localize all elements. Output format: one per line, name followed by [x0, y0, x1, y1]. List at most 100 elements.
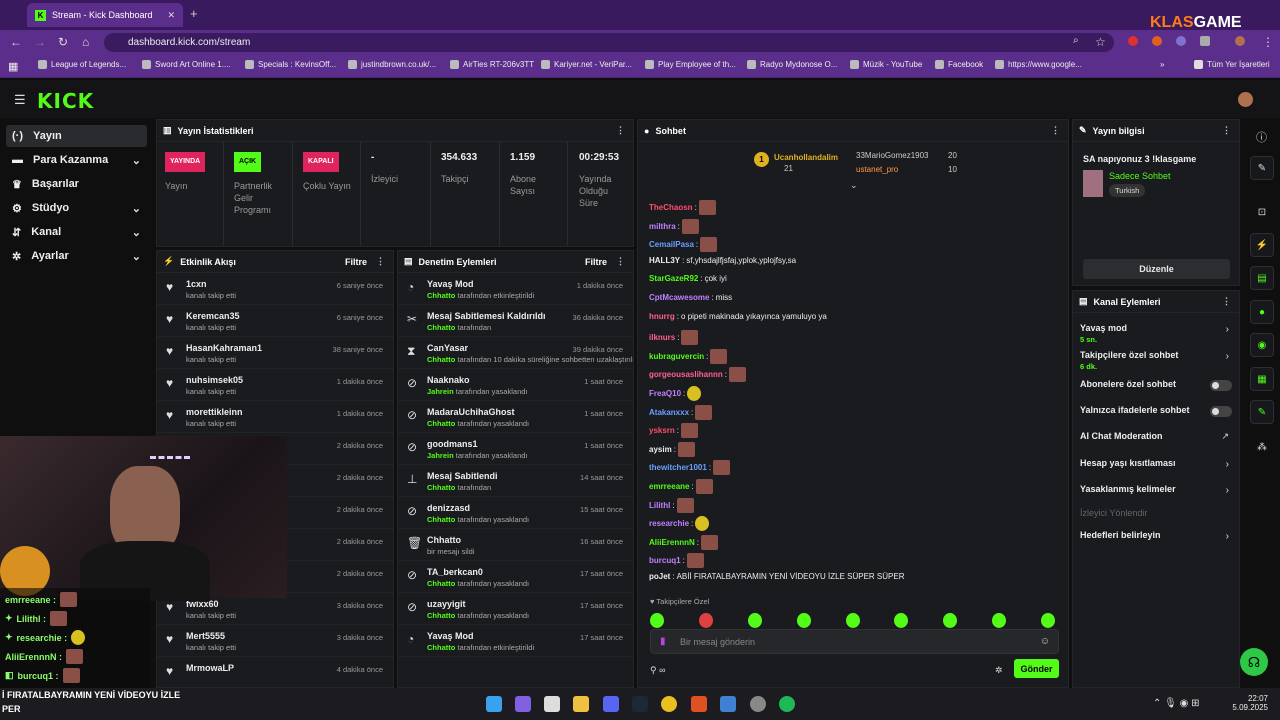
moderation-row[interactable]: ⊘ TA_berkcan0 Chhatto tarafından yasakland…	[398, 561, 633, 593]
bookmark-item[interactable]: justindbrown.co.uk/...	[348, 60, 436, 69]
chat-username[interactable]: TheChaosn	[649, 203, 693, 212]
sidebar-item-basarilar[interactable]: ♛ Başarılar	[6, 173, 147, 195]
browser-tab[interactable]: K Stream - Kick Dashboard ✕	[27, 3, 183, 27]
filter-button[interactable]: Filtre	[345, 257, 367, 267]
clock[interactable]: 22:07 5.09.2025	[1232, 694, 1268, 712]
chat-username[interactable]: Atakanxxx	[649, 408, 689, 417]
new-tab-icon[interactable]: +	[190, 6, 198, 21]
edit-icon[interactable]: ✎	[1250, 156, 1274, 180]
all-bookmarks-folder[interactable]: Tüm Yer İşaretleri	[1194, 60, 1270, 69]
more-options-icon[interactable]: ⋮	[616, 125, 625, 136]
reload-icon[interactable]: ↻	[58, 35, 68, 49]
chat-username[interactable]: aysim	[649, 445, 672, 454]
moderation-row[interactable]: ⊘ goodmans1 Jahrein tarafından yasaklandı 1…	[398, 433, 633, 465]
chat-username[interactable]: ysksrn	[649, 426, 675, 435]
chat-username[interactable]: milthra	[649, 222, 676, 231]
chat-bubble-icon[interactable]: ●	[1250, 300, 1274, 324]
chat-username[interactable]: AliiErennnN	[649, 538, 695, 547]
forward-icon[interactable]: →	[34, 35, 46, 49]
extension-icon[interactable]	[1176, 36, 1186, 46]
chat-username[interactable]: thewitcher1001	[649, 463, 707, 472]
activity-row[interactable]: ♥ Mert5555 kanalı takip etti 3 dakika önce	[157, 625, 393, 657]
chat-username[interactable]: hnurrg	[649, 312, 675, 321]
copilot-icon[interactable]	[515, 696, 531, 712]
leader-name[interactable]: ustanet_pro	[856, 165, 898, 174]
kick-logo[interactable]: KICK	[37, 89, 94, 113]
send-button[interactable]: Gönder	[1014, 659, 1059, 678]
bookmark-item[interactable]: AirTies RT-206v3TT	[450, 60, 534, 69]
folder-icon[interactable]	[573, 696, 589, 712]
chat-username[interactable]: ilknurs	[649, 333, 675, 342]
chat-input[interactable]: ▮ Bir mesaj gönderin ☺	[650, 629, 1059, 654]
nodes-icon[interactable]: ⁂	[1250, 435, 1274, 459]
bookmark-item[interactable]: Specials : KevinsOff...	[245, 60, 336, 69]
expand-icon[interactable]: ⌄	[850, 180, 858, 191]
sidebar-item-yayin[interactable]: (·) Yayın	[6, 125, 147, 147]
more-options-icon[interactable]: ⋮	[376, 256, 385, 267]
chat-username[interactable]: burcuq1	[649, 556, 681, 565]
emote-icon[interactable]	[1041, 613, 1055, 628]
moderation-row[interactable]: ⊘ denizzasd Chhatto tarafından yasaklandı 1…	[398, 497, 633, 529]
bookmark-item[interactable]: https://www.google...	[995, 60, 1082, 69]
more-options-icon[interactable]: ⋮	[1051, 125, 1060, 136]
bookmark-item[interactable]: Müzik - YouTube	[850, 60, 922, 69]
user-avatar[interactable]	[1238, 92, 1253, 107]
leader-name[interactable]: 33MarioGomez1903	[856, 151, 928, 160]
moderation-row[interactable]: ⧗ CanYasar Chhatto tarafından 10 dakika sü…	[398, 337, 633, 369]
chat-username[interactable]: HALL3Y	[649, 256, 680, 265]
sidebar-item-studyo[interactable]: ⚙ Stüdyo ⌄	[6, 197, 147, 219]
moderation-row[interactable]: ⊘ uzayyigit Chhatto tarafından yasaklandı 1…	[398, 593, 633, 625]
app-icon[interactable]	[720, 696, 736, 712]
moderation-row[interactable]: ◔ Yavaş Mod Chhatto tarafından etkinleştir…	[398, 273, 633, 305]
moderation-row[interactable]: 🗑 Chhatto bir mesajı sildi 16 saat önce	[398, 529, 633, 561]
bookmark-item[interactable]: Radyo Mydonose O...	[747, 60, 837, 69]
chrome-icon[interactable]	[661, 696, 677, 712]
bookmark-item[interactable]: Kariyer.net - VeriPar...	[541, 60, 632, 69]
support-headset-icon[interactable]: ☊	[1240, 648, 1268, 676]
chat-username[interactable]: FreaQ10	[649, 389, 681, 398]
moderation-row[interactable]: ⊘ MadaraUchihaGhost Chhatto tarafından yas…	[398, 401, 633, 433]
channel-action-item[interactable]: Yalnızca ifadelerle sohbet	[1073, 405, 1239, 427]
chat-username[interactable]: CemailPasa	[649, 240, 694, 249]
home-icon[interactable]: ⌂	[82, 35, 89, 49]
store-icon[interactable]	[544, 696, 560, 712]
activity-row[interactable]: ♥ MrmowaLP 4 dakika önce	[157, 657, 393, 687]
activity-row[interactable]: ♥ morettikleinn kanalı takip etti 1 dakika …	[157, 401, 393, 433]
toggle-switch[interactable]	[1210, 380, 1232, 391]
activity-row[interactable]: ♥ HasanKahraman1 kanalı takip etti 38 saniy…	[157, 337, 393, 369]
gear-icon[interactable]: ✲	[995, 665, 1003, 676]
extension-icon[interactable]	[1128, 36, 1138, 46]
back-icon[interactable]: ←	[10, 35, 22, 49]
emote-icon[interactable]	[650, 613, 664, 628]
extension-icon[interactable]	[1152, 36, 1162, 46]
wrench-icon[interactable]: ✎	[1250, 400, 1274, 424]
toggle-switch[interactable]	[1210, 406, 1232, 417]
chat-username[interactable]: kubraguvercin	[649, 352, 704, 361]
url-field[interactable]: dashboard.kick.com/stream	[104, 33, 1114, 52]
moderation-row[interactable]: ◔ Yavaş Mod Chhatto tarafından etkinleştir…	[398, 625, 633, 657]
bookmark-item[interactable]: Sword Art Online 1....	[142, 60, 231, 69]
more-options-icon[interactable]: ⋮	[1222, 296, 1231, 307]
close-tab-icon[interactable]: ✕	[167, 10, 175, 21]
emote-icon[interactable]	[943, 613, 958, 628]
bookmark-item[interactable]: League of Legends...	[38, 60, 126, 69]
filter-button[interactable]: Filtre	[585, 257, 607, 267]
emote-icon[interactable]	[992, 613, 1007, 628]
chat-settings-icons[interactable]: ⚲ ∞	[650, 665, 666, 676]
moderation-row[interactable]: ⊥ Mesaj Sabitlendi Chhatto tarafından 14 sa…	[398, 465, 633, 497]
category-link[interactable]: Sadece Sohbet	[1109, 171, 1171, 181]
spotify-icon[interactable]	[779, 696, 795, 712]
channel-action-item[interactable]: Yavaş mod 5 sn. ›	[1073, 323, 1239, 345]
sidebar-item-para-kazanma[interactable]: ▬ Para Kazanma ⌄	[6, 149, 147, 171]
chat-username[interactable]: poJet	[649, 572, 670, 581]
emote-icon[interactable]	[845, 613, 860, 628]
sidebar-item-ayarlar[interactable]: ✲ Ayarlar ⌄	[6, 245, 147, 267]
activity-row[interactable]: ♥ Keremcan35 kanalı takip etti 6 saniye önc…	[157, 305, 393, 337]
emote-icon[interactable]	[747, 613, 762, 628]
channel-action-item[interactable]: Abonelere özel sohbet	[1073, 379, 1239, 401]
steam-icon[interactable]	[632, 696, 648, 712]
chat-username[interactable]: gorgeousaslihannn	[649, 370, 723, 379]
app-icon[interactable]	[750, 696, 766, 712]
browser-menu-icon[interactable]: ⋮	[1262, 35, 1274, 49]
emote-icon[interactable]	[796, 613, 811, 628]
